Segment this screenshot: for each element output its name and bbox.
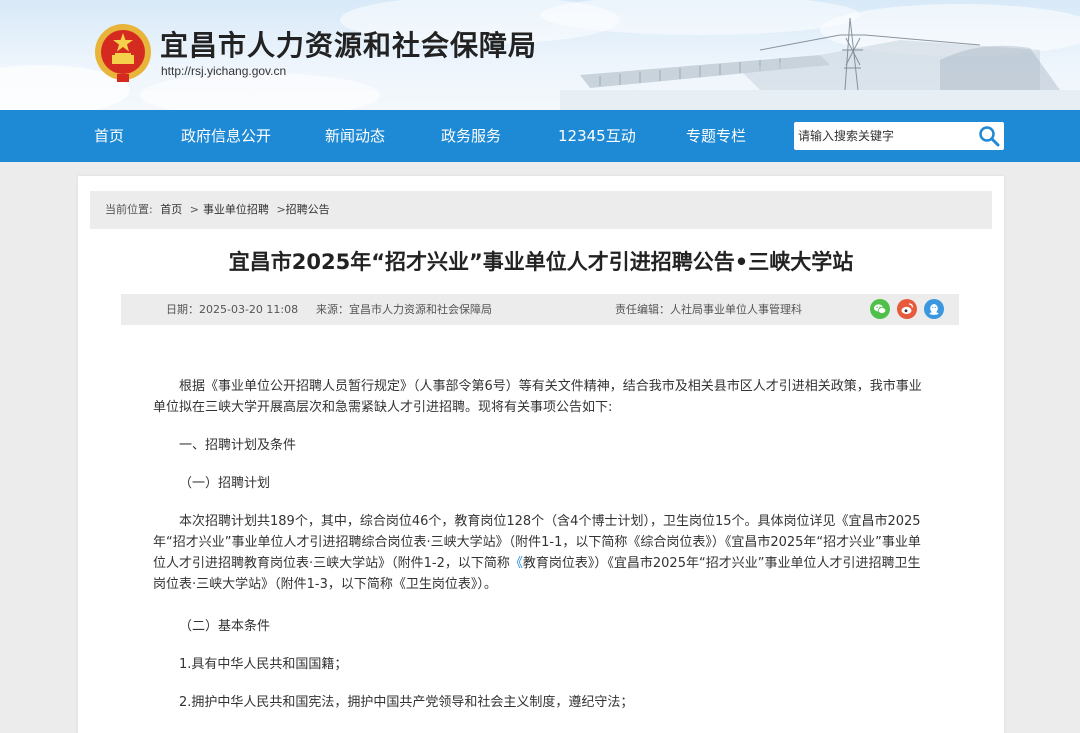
breadcrumb-home[interactable]: 首页: [160, 203, 182, 216]
site-url: http://rsj.yichang.gov.cn: [161, 64, 287, 78]
content-card: 当前位置: 首页 > 事业单位招聘 >招聘公告 宜昌市2025年“招才兴业”事业单…: [78, 176, 1004, 733]
subsection-heading: （一）招聘计划: [179, 476, 271, 491]
condition-item: 2.拥护中华人民共和国宪法，拥护中国共产党领导和社会主义制度，遵纪守法；: [179, 695, 634, 710]
article-meta: 日期：2025-03-20 11:08 来源：宜昌市人力资源和社会保障局 责任编…: [121, 294, 959, 325]
wechat-share-icon[interactable]: [870, 299, 890, 319]
nav-item-gov-services[interactable]: 政务服务: [441, 110, 501, 162]
main-nav: 首页 政府信息公开 新闻动态 政务服务 12345互动 专题专栏: [0, 110, 1080, 162]
nav-item-gov-info[interactable]: 政府信息公开: [181, 110, 271, 162]
breadcrumb-label: 当前位置:: [105, 203, 153, 216]
weibo-share-icon[interactable]: [897, 299, 917, 319]
paragraph-plan: 本次招聘计划共189个，其中，综合岗位46个，教育岗位128个（含4个博士计划）…: [153, 511, 925, 595]
breadcrumb: 当前位置: 首页 > 事业单位招聘 >招聘公告: [90, 191, 992, 229]
search-box: [794, 122, 1004, 150]
section-heading: 一、招聘计划及条件: [179, 438, 297, 453]
article-title: 宜昌市2025年“招才兴业”事业单位人才引进招聘公告•三峡大学站: [228, 250, 854, 274]
nav-item-special-topics[interactable]: 专题专栏: [686, 110, 746, 162]
article-date: 日期：2025-03-20 11:08: [166, 303, 299, 316]
breadcrumb-announcement[interactable]: 招聘公告: [286, 203, 330, 216]
search-icon[interactable]: [978, 125, 1000, 147]
national-emblem-icon: [95, 24, 151, 82]
breadcrumb-separator: >: [189, 203, 199, 216]
dam-illustration: [560, 17, 1080, 110]
search-input[interactable]: [794, 122, 972, 150]
paragraph-plan-quote: 《: [509, 556, 523, 571]
condition-item: 1.具有中华人民共和国国籍；: [179, 657, 348, 672]
subsection-heading: （二）基本条件: [179, 619, 271, 634]
breadcrumb-recruitment[interactable]: 事业单位招聘: [203, 203, 269, 216]
site-header: 宜昌市人力资源和社会保障局 http://rsj.yichang.gov.cn: [0, 0, 1080, 110]
article-editor: 责任编辑：人社局事业单位人事管理科: [615, 303, 802, 316]
nav-item-12345[interactable]: 12345互动: [558, 110, 636, 162]
article-source: 来源：宜昌市人力资源和社会保障局: [316, 303, 492, 316]
paragraph-intro: 根据《事业单位公开招聘人员暂行规定》（人事部令第6号）等有关文件精神，结合我市及…: [153, 379, 922, 415]
nav-item-news[interactable]: 新闻动态: [325, 110, 385, 162]
qq-share-icon[interactable]: [924, 299, 944, 319]
nav-item-home[interactable]: 首页: [94, 110, 124, 162]
site-title[interactable]: 宜昌市人力资源和社会保障局: [160, 24, 537, 64]
breadcrumb-separator: >: [276, 203, 286, 216]
